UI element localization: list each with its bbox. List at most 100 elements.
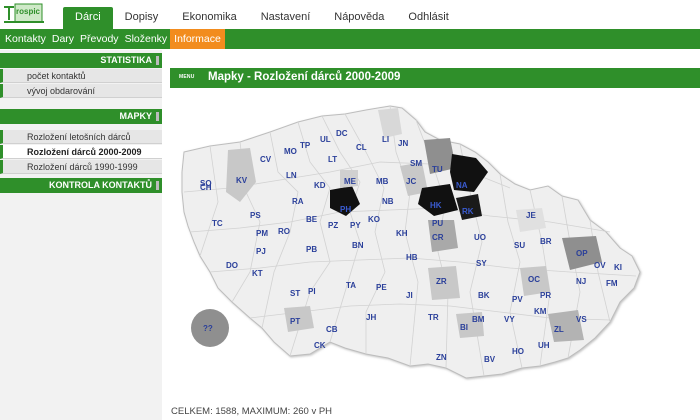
district-kd: KD — [314, 181, 326, 190]
subtab-slozenky[interactable]: Složenky — [122, 29, 171, 49]
unknown-region-label: ?? — [203, 324, 213, 333]
district-pu: PU — [432, 219, 443, 228]
svg-text:rospic: rospic — [16, 7, 41, 16]
district-mb: MB — [376, 177, 389, 186]
district-ch: CH — [200, 183, 212, 192]
subtab-prevody[interactable]: Převody — [77, 29, 122, 49]
page-title: Mapky - Rozložení dárců 2000-2009 — [208, 71, 401, 83]
sidebar-section-statistika[interactable]: STATISTIKA — [0, 53, 162, 68]
district-ck: CK — [314, 341, 326, 350]
district-na: NA — [456, 181, 468, 190]
district-tr: TR — [428, 313, 439, 322]
district-rk: RK — [462, 207, 474, 216]
district-kt: KT — [252, 269, 263, 278]
district-sy: SY — [476, 259, 487, 268]
district-bm: BM — [472, 315, 485, 324]
sidebar-item-vyvoj-obdarovani[interactable]: vývoj obdarování — [0, 84, 162, 98]
district-pr: PR — [540, 291, 551, 300]
district-st: ST — [290, 289, 300, 298]
main-tabs: Dárci Dopisy Ekonomika Nastavení Nápověd… — [63, 7, 461, 30]
map-summary: CELKEM: 1588, MAXIMUM: 260 v PH — [171, 406, 333, 417]
district-zr: ZR — [436, 277, 447, 286]
sidebar-item-darci-1990-1999[interactable]: Rozložení dárců 1990-1999 — [0, 160, 162, 174]
district-kh: KH — [396, 229, 408, 238]
district-oc: OC — [528, 275, 540, 284]
top-bar: rospic Dárci Dopisy Ekonomika Nastavení … — [0, 0, 700, 30]
district-zl: ZL — [554, 325, 564, 334]
district-op: OP — [576, 249, 588, 258]
app-logo: rospic — [2, 3, 46, 25]
district-bk: BK — [478, 291, 490, 300]
district-sm: SM — [410, 159, 422, 168]
district-fm: FM — [606, 279, 618, 288]
sidebar-section-mapky[interactable]: MAPKY — [0, 109, 162, 124]
sidebar-item-darci-2000-2009[interactable]: Rozložení dárců 2000-2009 — [0, 145, 162, 159]
content-title-bar: MENU Mapky - Rozložení dárců 2000-2009 — [170, 68, 700, 88]
czech-district-map: SO KV CV MO TP UL DC CL LI JN SM TU NA J… — [170, 92, 700, 402]
sidebar-section-kontrola-kontaktu[interactable]: KONTROLA KONTAKTŮ — [0, 178, 162, 193]
subtab-kontakty[interactable]: Kontakty — [2, 29, 49, 49]
sidebar: STATISTIKA počet kontaktů vývoj obdarová… — [0, 50, 162, 420]
district-zn: ZN — [436, 353, 447, 362]
district-uo: UO — [474, 233, 486, 242]
district-py: PY — [350, 221, 361, 230]
map-svg: SO KV CV MO TP UL DC CL LI JN SM TU NA J… — [181, 105, 641, 379]
district-hb: HB — [406, 253, 418, 262]
district-cv: CV — [260, 155, 272, 164]
district-ra: RA — [292, 197, 304, 206]
district-ps: PS — [250, 211, 261, 220]
district-pv: PV — [512, 295, 523, 304]
district-ov: OV — [594, 261, 606, 270]
district-vs: VS — [576, 315, 587, 324]
district-km: KM — [534, 307, 547, 316]
district-pb: PB — [306, 245, 317, 254]
district-ki: KI — [614, 263, 622, 272]
district-do: DO — [226, 261, 238, 270]
menu-button[interactable]: MENU — [179, 74, 195, 80]
district-bn: BN — [352, 241, 364, 250]
district-cr: CR — [432, 233, 444, 242]
district-ta: TA — [346, 281, 356, 290]
district-ji: JI — [406, 291, 413, 300]
district-tp: TP — [300, 141, 311, 150]
district-pi: PI — [308, 287, 316, 296]
sidebar-item-letosni-darci[interactable]: Rozložení letošních dárců — [0, 130, 162, 144]
district-jc: JC — [406, 177, 416, 186]
subtab-dary[interactable]: Dary — [49, 29, 77, 49]
unknown-region-marker: ?? — [191, 309, 229, 347]
district-pz: PZ — [328, 221, 338, 230]
sub-nav: Kontakty Dary Převody Složenky Informace — [0, 29, 700, 49]
district-jn: JN — [398, 139, 408, 148]
district-ho: HO — [512, 347, 524, 356]
tab-odhlasit[interactable]: Odhlásit — [396, 7, 460, 30]
district-ph: PH — [340, 205, 351, 214]
tab-ekonomika[interactable]: Ekonomika — [170, 7, 248, 30]
district-pm: PM — [256, 229, 268, 238]
district-mo: MO — [284, 147, 297, 156]
subtab-informace[interactable]: Informace — [170, 29, 225, 49]
district-uh: UH — [538, 341, 550, 350]
district-nb: NB — [382, 197, 394, 206]
sidebar-item-pocet-kontaktu[interactable]: počet kontaktů — [0, 69, 162, 83]
district-ul: UL — [320, 135, 331, 144]
tab-nastaveni[interactable]: Nastavení — [249, 7, 323, 30]
district-kv: KV — [236, 176, 248, 185]
district-tc: TC — [212, 219, 223, 228]
district-bv: BV — [484, 355, 496, 364]
tab-darci[interactable]: Dárci — [63, 7, 113, 30]
district-cl: CL — [356, 143, 367, 152]
district-br: BR — [540, 237, 552, 246]
district-jh: JH — [366, 313, 376, 322]
district-dc: DC — [336, 129, 348, 138]
district-ro: RO — [278, 227, 290, 236]
tab-dopisy[interactable]: Dopisy — [113, 7, 171, 30]
district-be: BE — [306, 215, 318, 224]
district-lt: LT — [328, 155, 337, 164]
district-su: SU — [514, 241, 525, 250]
tab-napoveda[interactable]: Nápověda — [322, 7, 396, 30]
district-ko: KO — [368, 215, 380, 224]
district-je: JE — [526, 211, 536, 220]
district-tu: TU — [432, 165, 443, 174]
district-vy: VY — [504, 315, 515, 324]
district-nj: NJ — [576, 277, 586, 286]
